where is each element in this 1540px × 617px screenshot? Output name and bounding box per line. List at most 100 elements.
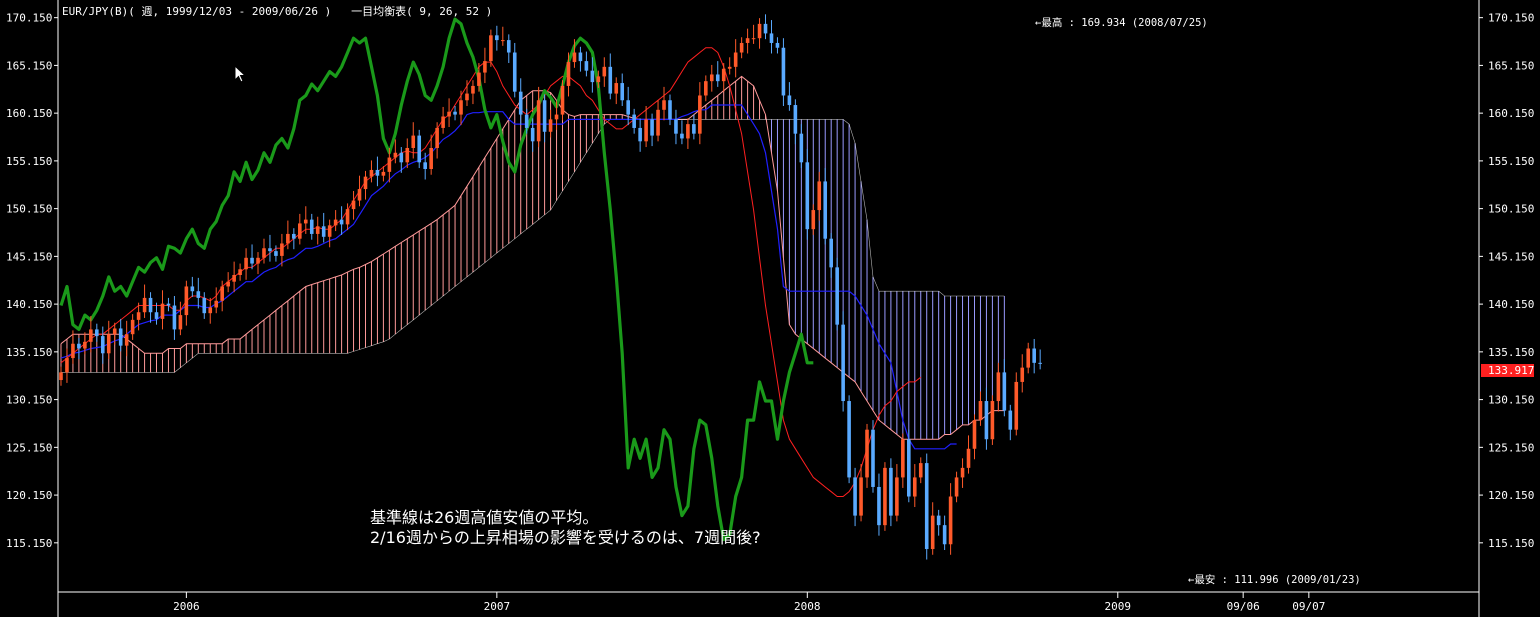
x-tick-label: 09/06 [1227, 600, 1260, 613]
candle-body [901, 439, 905, 478]
candle-body [877, 486, 881, 526]
candle-body [1008, 410, 1013, 430]
candle-body [196, 291, 201, 298]
high-marker-label: ←最高 : 169.934 (2008/07/25) [1035, 17, 1208, 29]
candle-body [77, 343, 81, 349]
candle-body [745, 38, 750, 43]
candle-body [578, 52, 583, 62]
candle-body [190, 286, 195, 292]
y-tick-label-left: 140.150 [6, 298, 52, 311]
candle-body [339, 219, 344, 225]
candle-body [220, 286, 224, 301]
candle-body [381, 171, 386, 176]
candle-body [560, 85, 565, 115]
candle-body [614, 83, 619, 94]
y-tick-label-left: 145.150 [6, 250, 52, 263]
y-tick-label-left: 120.150 [6, 489, 52, 502]
candle-body [912, 477, 917, 497]
candle-body [399, 152, 404, 163]
candle-body [268, 248, 272, 252]
y-tick-label-right: 145.150 [1488, 250, 1534, 263]
candle-body [501, 40, 505, 42]
candle-body [59, 372, 63, 381]
candle-body [823, 181, 828, 239]
x-tick-label: 2006 [173, 600, 200, 613]
candle-body [829, 238, 833, 268]
y-tick-label-right: 170.150 [1488, 12, 1534, 25]
candle-body [214, 300, 219, 308]
candle-body [95, 329, 99, 337]
y-tick-label-left: 165.150 [6, 59, 52, 72]
candle-body [286, 233, 290, 244]
candle-body [662, 100, 666, 110]
candle-body [351, 200, 356, 210]
x-tick-label: 2008 [794, 600, 821, 613]
candle-body [811, 210, 816, 230]
candle-body [954, 477, 959, 497]
candle-body [793, 105, 798, 134]
candle-body [966, 448, 971, 468]
candle-body [632, 114, 636, 128]
y-tick-label-right: 155.150 [1488, 155, 1534, 168]
candle-body [751, 38, 756, 40]
x-tick-label: 09/07 [1292, 600, 1325, 613]
y-tick-label-left: 135.150 [6, 346, 52, 359]
candle-body [429, 148, 433, 170]
y-tick-label-right: 120.150 [1488, 489, 1534, 502]
candle-body [972, 420, 977, 449]
candle-body [315, 226, 320, 234]
candle-body [357, 189, 362, 201]
x-tick-label: 2009 [1105, 600, 1132, 613]
y-tick-label-right: 125.150 [1488, 441, 1534, 454]
candle-body [757, 23, 762, 39]
candle-body [423, 162, 427, 170]
symbol-label: EUR/JPY(B)( [62, 5, 135, 18]
candle-body [721, 68, 726, 82]
y-tick-label-right: 135.150 [1488, 346, 1534, 359]
candle-body [841, 324, 845, 402]
candle-body [333, 219, 338, 226]
candle-body [411, 135, 416, 148]
candle-body [572, 52, 577, 63]
candle-body [459, 100, 463, 115]
candle-body [202, 297, 207, 314]
candle-body [596, 76, 601, 83]
candle-body [1032, 348, 1036, 363]
candle-body [417, 135, 422, 163]
candle-body [250, 257, 254, 264]
candle-body [692, 124, 696, 134]
candle-body [106, 334, 111, 354]
candle-body [548, 119, 553, 132]
candle-body [166, 303, 171, 306]
candle-body [990, 401, 995, 440]
candle-body [787, 95, 792, 106]
y-tick-label-right: 150.150 [1488, 203, 1534, 216]
annotation-line-2: 2/16週からの上昇相場の影響を受けるのは、7週間後? [370, 528, 761, 547]
candle-body [584, 61, 589, 71]
y-tick-label-left: 155.150 [6, 155, 52, 168]
candle-body [847, 401, 851, 478]
candle-body [148, 297, 153, 313]
candle-body [244, 257, 248, 270]
candle-body [674, 119, 678, 134]
candle-body [608, 66, 613, 94]
candle-body [769, 33, 774, 43]
candle-body [542, 100, 547, 132]
candle-body [918, 463, 923, 478]
candle-body [942, 525, 947, 545]
candle-body [530, 127, 535, 142]
candle-body [781, 47, 786, 96]
candle-body [71, 343, 75, 359]
candle-body [65, 358, 69, 373]
chart-header: EUR/JPY(B)( 週, 1999/12/03 - 2009/06/26 )… [62, 3, 492, 19]
candle-body [817, 181, 822, 211]
candle-body [256, 257, 260, 264]
indicator-label: 一目均衡表( 9, 26, 52 ) [351, 5, 493, 18]
candle-body [1014, 381, 1019, 430]
candle-body [506, 40, 511, 53]
candle-body [298, 223, 302, 239]
candle-body [1026, 348, 1031, 368]
candle-body [930, 515, 935, 550]
candle-body [118, 328, 123, 346]
candle-body [644, 119, 648, 142]
